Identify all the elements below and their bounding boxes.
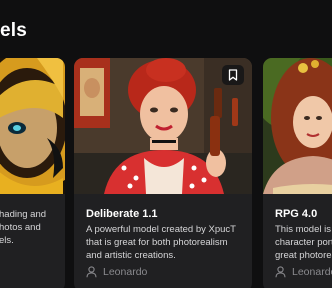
- card-info: Deliberate 1.1 A powerful model created …: [86, 208, 244, 262]
- card-description: A powerful model created by XpucT that i…: [86, 224, 236, 261]
- card-author: Leonardo: [86, 266, 147, 278]
- user-icon: [275, 266, 286, 278]
- card-info: hading and hotos and els.: [0, 208, 57, 247]
- card-title: RPG 4.0: [275, 208, 318, 220]
- bookmark-icon: [228, 69, 238, 81]
- model-card-left[interactable]: hading and hotos and els.: [0, 58, 65, 288]
- card-author: Leonardo: [275, 266, 332, 278]
- card-info: RPG 4.0 This model is b character port g…: [275, 208, 332, 262]
- model-gallery: els hading and hotos and els. Deliberate…: [0, 0, 332, 288]
- card-description: This model is b character port great pho…: [275, 224, 332, 261]
- model-card-deliberate[interactable]: Deliberate 1.1 A powerful model created …: [74, 58, 252, 288]
- section-title: els: [0, 20, 28, 41]
- card-author-name: Leonardo: [103, 266, 148, 278]
- card-description-text: hading and hotos and els.: [0, 209, 47, 246]
- card-thumbnail: [263, 58, 332, 194]
- user-icon: [86, 266, 97, 278]
- card-description: hading and hotos and els.: [0, 208, 65, 247]
- card-title: Deliberate 1.1: [86, 208, 158, 220]
- bookmark-button[interactable]: [222, 65, 244, 85]
- model-card-rpg[interactable]: RPG 4.0 This model is b character port g…: [263, 58, 332, 288]
- card-thumbnail: [0, 58, 65, 194]
- card-author-name: Leonardo: [292, 266, 332, 278]
